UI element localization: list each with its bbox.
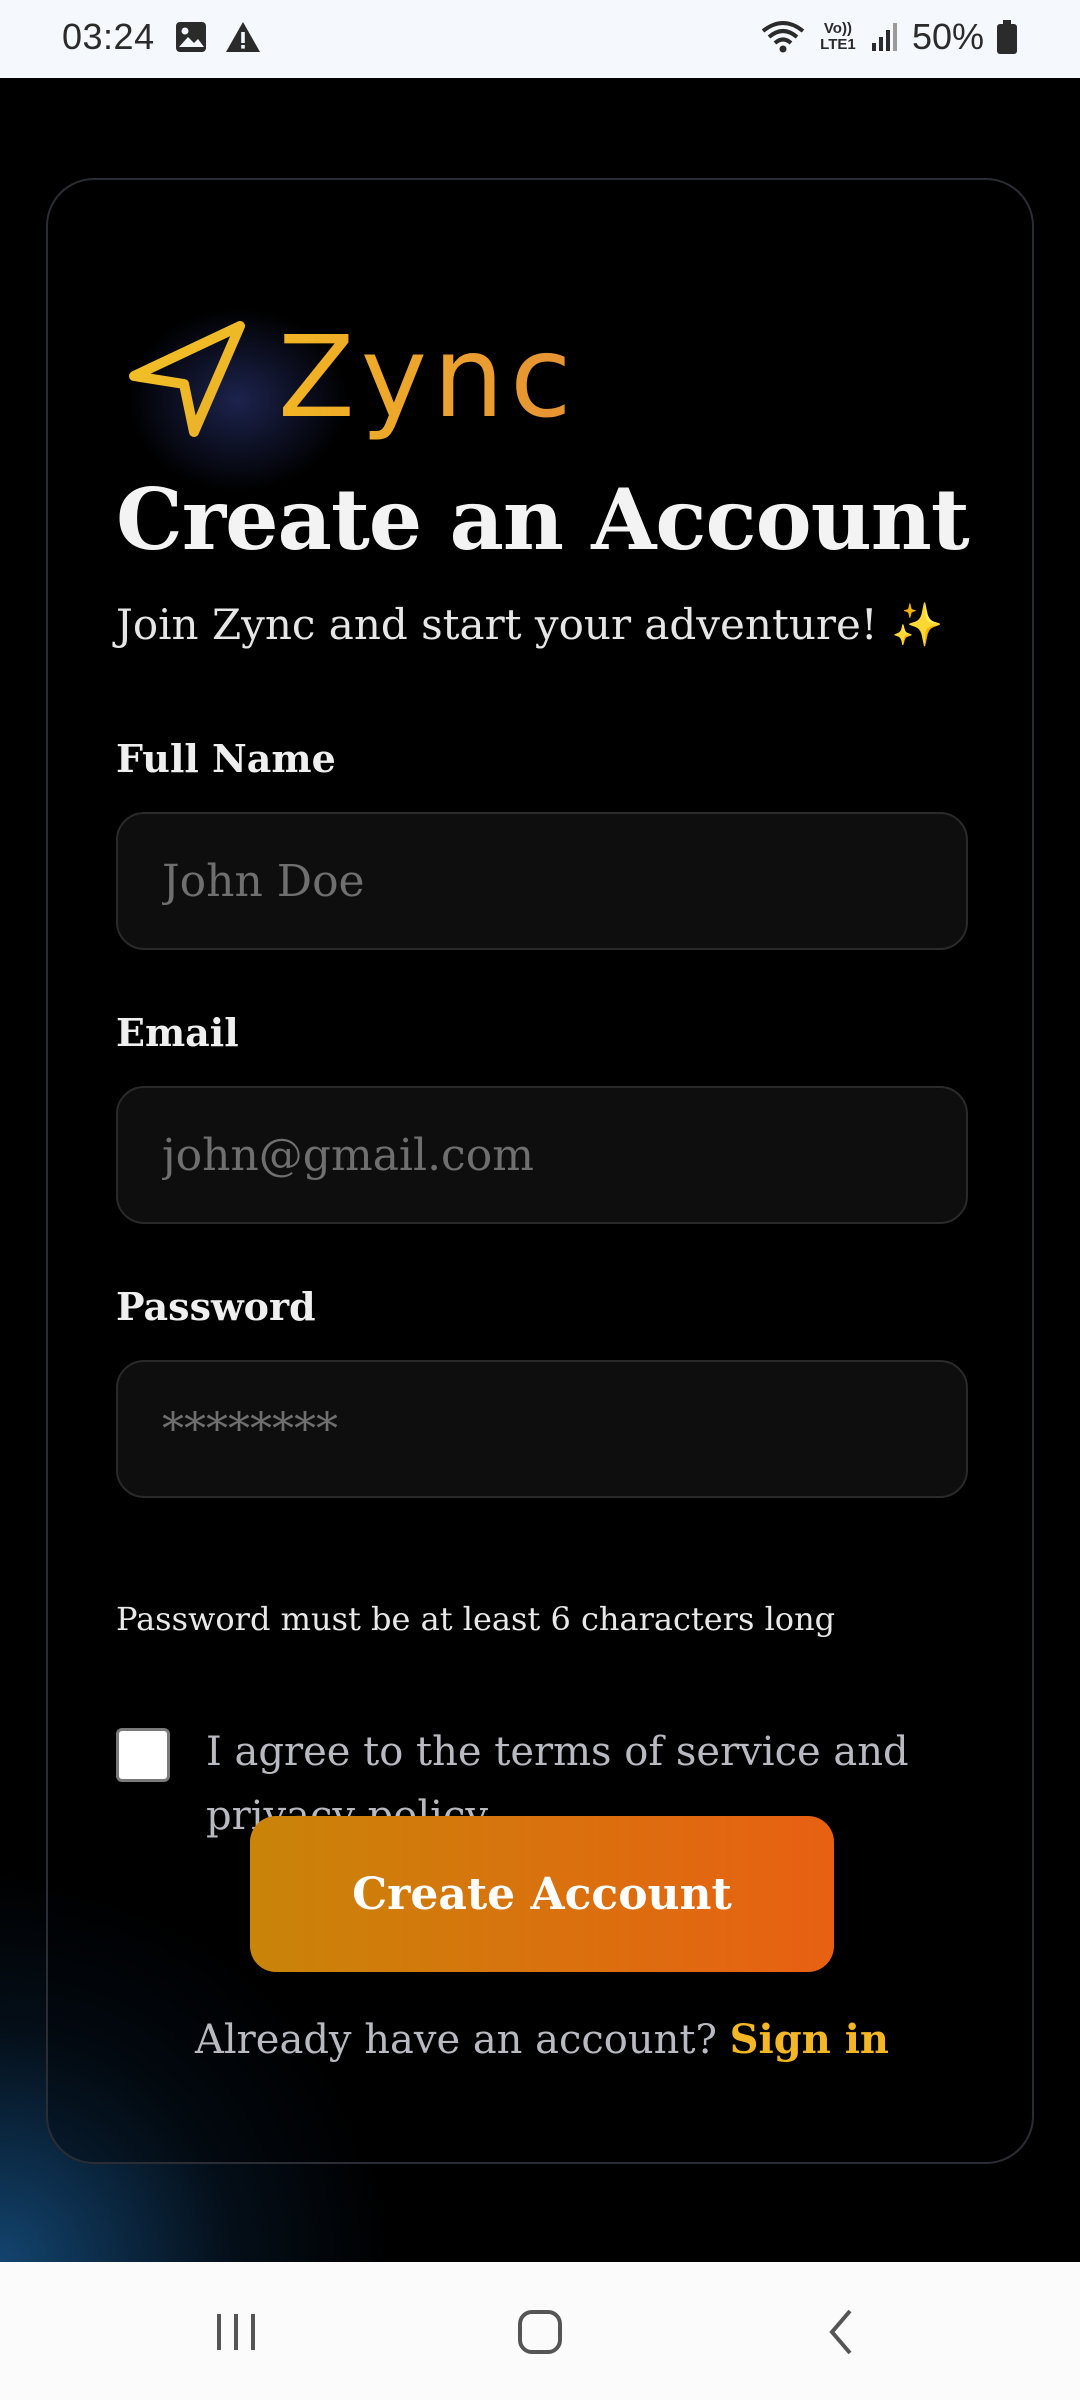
battery-percent: 50% [911,16,984,57]
signin-link[interactable]: Sign in [730,2016,889,2063]
back-button[interactable] [802,2302,882,2362]
full-name-label: Full Name [116,736,336,781]
create-account-button[interactable]: Create Account [250,1816,834,1972]
password-label: Password [116,1284,316,1329]
password-helper-text: Password must be at least 6 characters l… [116,1600,836,1638]
wifi-icon [761,21,805,53]
battery-icon [997,20,1017,54]
page-title: Create an Account [116,470,970,569]
image-icon [176,22,206,52]
recent-apps-button[interactable] [196,2302,276,2362]
status-bar: 03:24 Vo)) LTE1 50% [0,0,1080,78]
app-logo: Zync [128,308,578,448]
signal-icon [871,23,897,51]
back-icon [829,2309,852,2355]
page-subtitle: Join Zync and start your adventure! ✨ [116,600,944,649]
home-button[interactable] [500,2302,580,2362]
warning-icon [226,22,260,52]
recent-apps-icon [217,2314,255,2350]
email-label: Email [116,1010,239,1055]
signin-row: Already have an account? Sign in [48,2016,1036,2063]
navigation-bar [0,2262,1080,2400]
terms-checkbox[interactable] [116,1728,170,1782]
home-icon [518,2310,562,2354]
email-input[interactable] [116,1086,968,1224]
full-name-input[interactable] [116,812,968,950]
status-time: 03:24 [62,16,155,57]
signin-prompt: Already have an account? [195,2017,717,2063]
signup-screen: Zync Create an Account Join Zync and sta… [0,78,1080,2262]
status-right-icons: Vo)) LTE1 50% [760,16,1018,58]
navigation-arrow-icon [129,321,245,437]
status-left-icons [174,20,262,54]
password-input[interactable] [116,1360,968,1498]
volte-icon: Vo)) LTE1 [820,20,856,53]
logo-text: Zync [278,313,578,443]
signup-card: Zync Create an Account Join Zync and sta… [46,178,1034,2164]
